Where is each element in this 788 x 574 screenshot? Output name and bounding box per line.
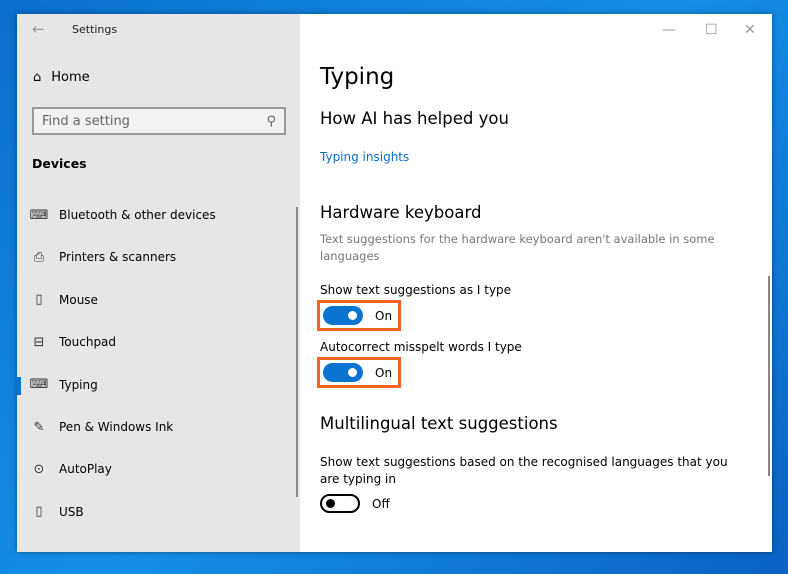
autoplay-icon: ⊙ (33, 461, 45, 477)
sidebar-item-label: Typing (59, 377, 98, 392)
touchpad-icon: ⊟ (33, 334, 45, 350)
show-suggestions-label: Show text suggestions as I type (320, 283, 512, 297)
pen-icon: ✎ (33, 419, 45, 435)
sidebar-item-mouse[interactable]: ▯ Mouse (17, 285, 300, 315)
sidebar-item-label: Pen & Windows Ink (59, 420, 174, 434)
window-title: Settings (72, 23, 118, 36)
multilingual-label: Show text suggestions based on the recog… (320, 455, 728, 486)
sidebar-item-printers-scanners[interactable]: ⎙ Printers & scanners (17, 242, 300, 272)
sidebar-item-label: Touchpad (59, 335, 117, 350)
printer-icon: ⎙ (33, 249, 45, 265)
sidebar-item-label: USB (59, 504, 84, 519)
hardware-note: Text suggestions for the hardware keyboa… (320, 232, 715, 263)
sidebar-scrollbar[interactable] (296, 207, 298, 497)
show-suggestions-toggle[interactable]: On (317, 300, 402, 331)
home-link[interactable]: ⌂ Home (33, 70, 90, 85)
settings-window: ← Settings ⌂ Home Find a setting ⚲ Devices… (17, 14, 772, 552)
toggle-switch[interactable] (320, 494, 360, 513)
keyboard-icon: ⌨ (29, 377, 49, 393)
typing-insights-link[interactable]: Typing insights (320, 150, 409, 164)
bluetooth-devices-icon: ⌨ (29, 207, 49, 223)
search-input[interactable]: Find a setting ⚲ (32, 107, 286, 135)
home-label: Home (51, 70, 90, 85)
mouse-icon: ▯ (35, 292, 43, 308)
back-arrow-icon[interactable]: ← (32, 20, 45, 38)
section-heading: Devices (32, 156, 87, 171)
sidebar-item-label: Mouse (59, 292, 98, 307)
sidebar-item-label: Bluetooth & other devices (59, 208, 216, 222)
main-scrollbar[interactable] (768, 276, 770, 476)
search-icon: ⚲ (266, 113, 276, 129)
sidebar-item-pen-windows-ink[interactable]: ✎ Pen & Windows Ink (17, 412, 300, 442)
toggle-switch[interactable] (323, 306, 363, 325)
sidebar: ← Settings ⌂ Home Find a setting ⚲ Devices… (17, 14, 300, 552)
multilingual-heading: Multilingual text suggestions (320, 414, 558, 433)
page-title: Typing (320, 64, 395, 90)
toggle-state: On (375, 308, 393, 323)
multilingual-toggle[interactable]: Off (320, 494, 390, 513)
minimize-button[interactable]: — (662, 22, 676, 38)
sidebar-item-touchpad[interactable]: ⊟ Touchpad (17, 327, 300, 357)
hardware-keyboard-heading: Hardware keyboard (320, 203, 482, 222)
home-icon: ⌂ (33, 70, 42, 85)
usb-icon: ▯ (35, 504, 43, 520)
sidebar-item-autoplay[interactable]: ⊙ AutoPlay (17, 454, 300, 484)
toggle-state: Off (372, 496, 390, 511)
sidebar-item-label: AutoPlay (59, 462, 112, 477)
sidebar-item-label: Printers & scanners (59, 250, 177, 265)
toggle-state: On (375, 365, 393, 380)
sidebar-item-typing[interactable]: ⌨ Typing (17, 370, 300, 400)
maximize-button[interactable]: ☐ (705, 22, 718, 38)
search-placeholder: Find a setting (42, 113, 130, 129)
autocorrect-label: Autocorrect misspelt words I type (320, 340, 522, 354)
ai-heading: How AI has helped you (320, 109, 509, 128)
close-button[interactable]: ✕ (744, 22, 756, 38)
autocorrect-toggle[interactable]: On (317, 357, 402, 388)
sidebar-item-bluetooth-other-devices[interactable]: ⌨ Bluetooth & other devices (17, 200, 300, 230)
toggle-switch[interactable] (323, 363, 363, 382)
sidebar-item-usb[interactable]: ▯ USB (17, 497, 300, 527)
